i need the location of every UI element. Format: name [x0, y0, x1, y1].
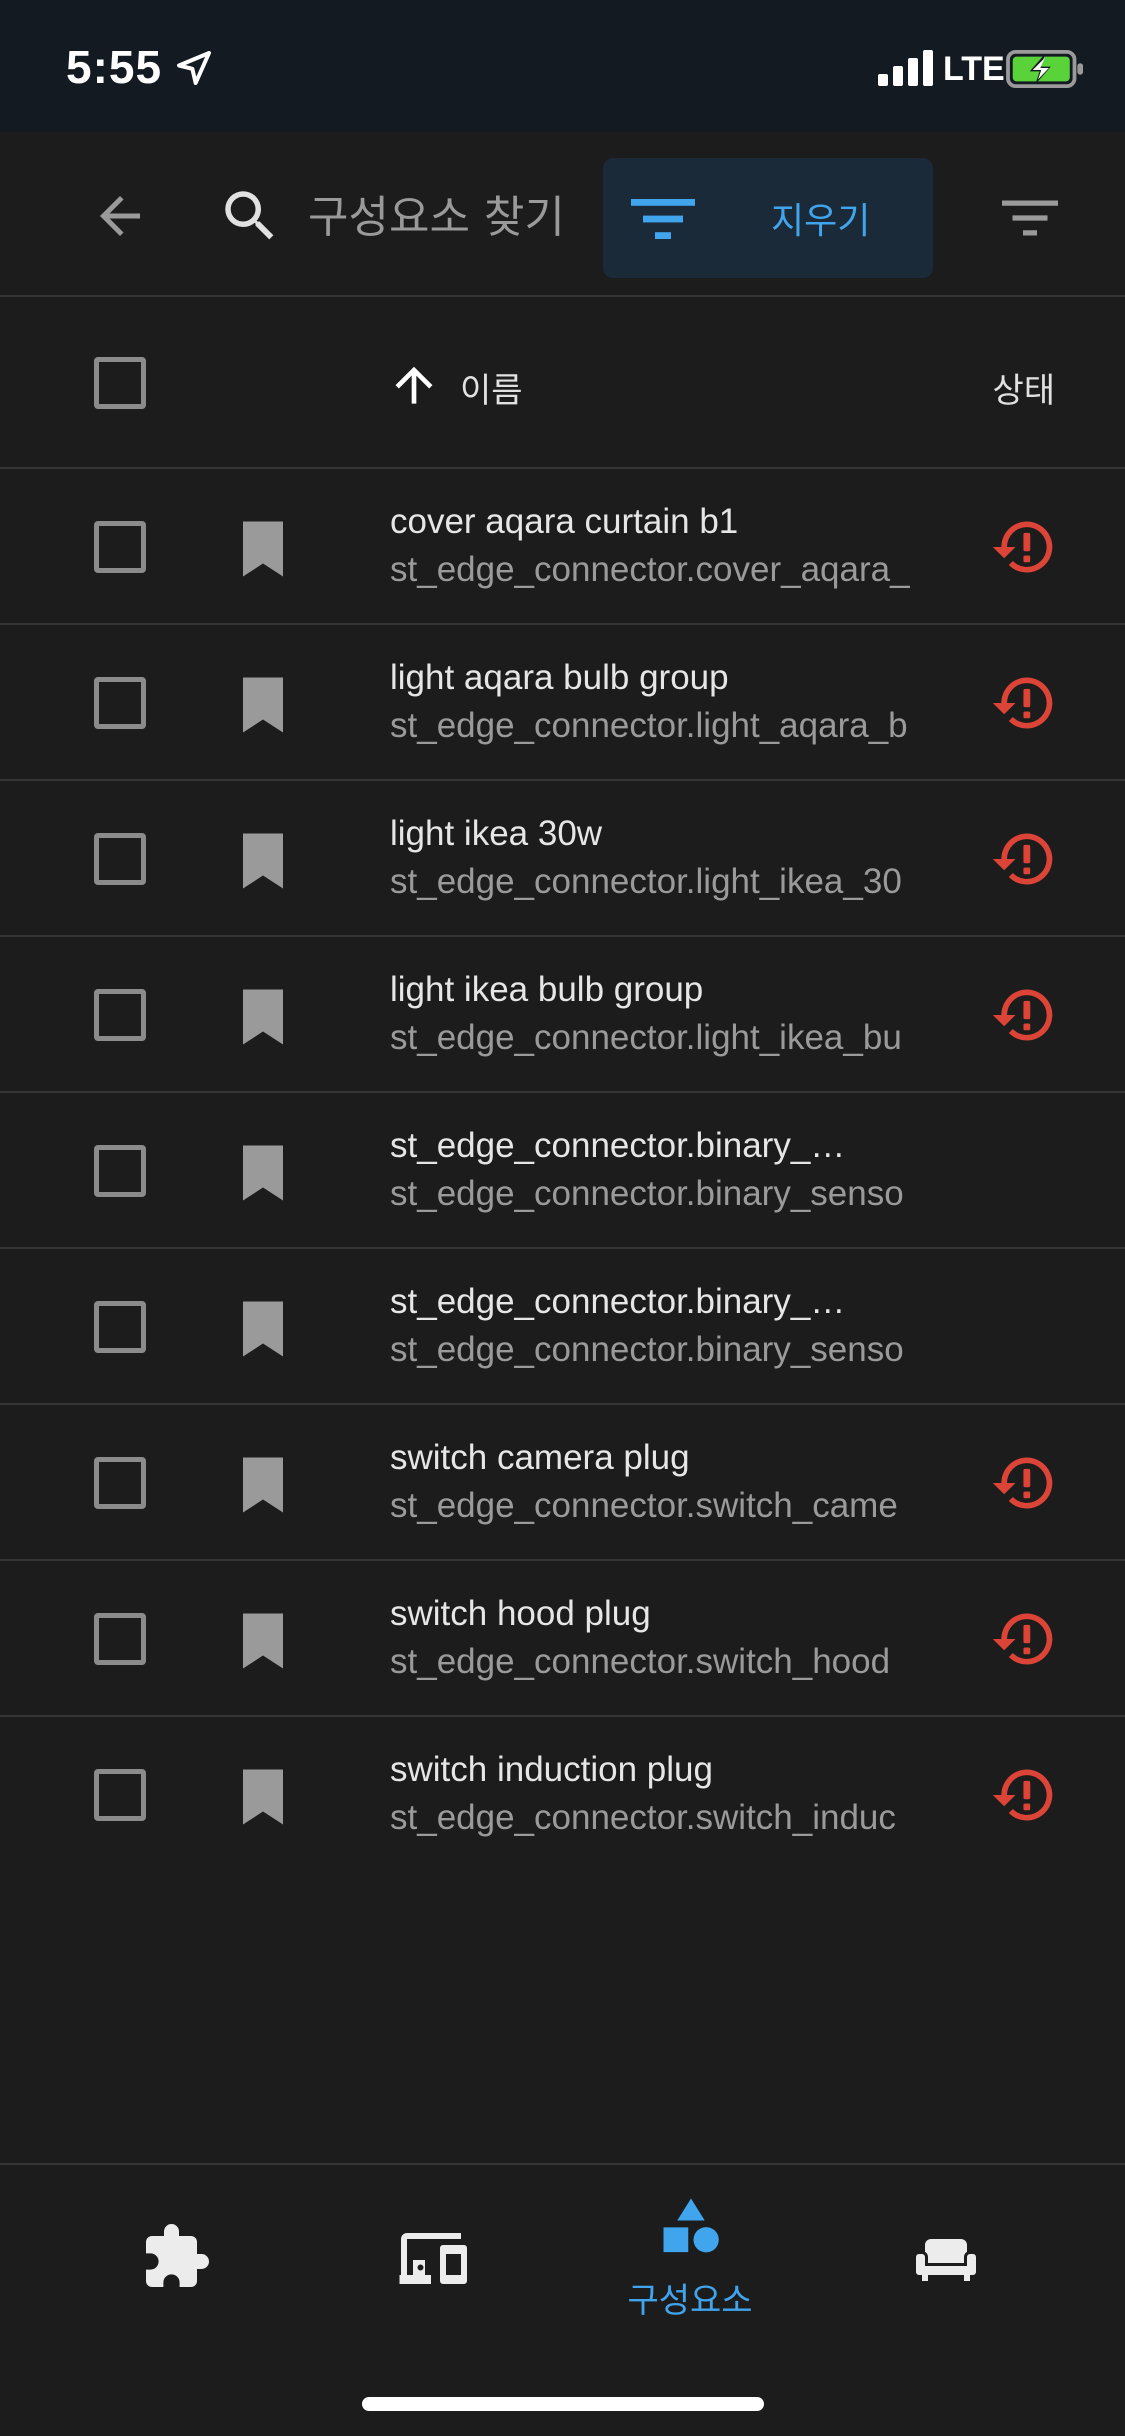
- table-row[interactable]: st_edge_connector.binary_… st_edge_connec…: [0, 1093, 1125, 1249]
- entity-name: switch induction plug: [390, 1750, 713, 1789]
- restore-alert-icon: [992, 1457, 1053, 1509]
- restore-alert-icon: [992, 989, 1053, 1041]
- bookmark-icon: [243, 521, 283, 577]
- shape-icon: [663, 2198, 719, 2253]
- row-checkbox[interactable]: [94, 1145, 146, 1197]
- filter-button[interactable]: [990, 178, 1070, 258]
- row-text: st_edge_connector.binary_… st_edge_connec…: [390, 1279, 922, 1375]
- bookmark-icon: [243, 1613, 283, 1669]
- table-row[interactable]: st_edge_connector.binary_… st_edge_connec…: [0, 1249, 1125, 1405]
- entity-id: st_edge_connector.switch_came: [390, 1486, 898, 1525]
- entity-id: st_edge_connector.light_ikea_bu: [390, 1018, 902, 1057]
- column-header-status[interactable]: 상태: [992, 363, 1055, 412]
- magnify-icon: [225, 191, 274, 240]
- row-text: switch hood plug st_edge_connector.switch…: [390, 1591, 922, 1687]
- column-header-name[interactable]: 이름: [460, 363, 523, 412]
- entity-id: st_edge_connector.light_aqara_b: [390, 706, 908, 745]
- table-row[interactable]: cover aqara curtain b1 st_edge_connector.…: [0, 469, 1125, 625]
- home-indicator: [362, 2397, 764, 2411]
- table-row[interactable]: switch camera plug st_edge_connector.swit…: [0, 1405, 1125, 1561]
- sofa-icon: [916, 2239, 976, 2281]
- row-checkbox[interactable]: [94, 833, 146, 885]
- clear-filter-label: 지우기: [771, 201, 871, 242]
- row-text: switch camera plug st_edge_connector.swit…: [390, 1435, 922, 1531]
- nav-entities[interactable]: 구성요소: [590, 2187, 790, 2347]
- row-text: light ikea 30w st_edge_connector.light_ik…: [390, 811, 922, 907]
- row-text: cover aqara curtain b1 st_edge_connector.…: [390, 499, 922, 595]
- entity-id: st_edge_connector.binary_senso: [390, 1174, 904, 1213]
- entity-name: cover aqara curtain b1: [390, 502, 739, 541]
- row-checkbox[interactable]: [94, 677, 146, 729]
- entity-id: st_edge_connector.light_ikea_30: [390, 862, 902, 901]
- restore-alert-icon: [992, 521, 1053, 573]
- bookmark-icon: [243, 1769, 283, 1825]
- entity-id: st_edge_connector.cover_aqara_: [390, 550, 910, 589]
- row-checkbox[interactable]: [94, 989, 146, 1041]
- row-text: st_edge_connector.binary_… st_edge_connec…: [390, 1123, 922, 1219]
- nav-entities-label: 구성요소: [627, 2281, 753, 2321]
- entity-name: light ikea 30w: [390, 814, 603, 853]
- row-checkbox[interactable]: [94, 521, 146, 573]
- signal-icon: [878, 50, 933, 86]
- bookmark-icon: [243, 677, 283, 733]
- restore-alert-icon: [992, 1613, 1053, 1665]
- arrow-up-icon[interactable]: [386, 355, 442, 415]
- bottom-navigation: 구성요소: [0, 2163, 1125, 2436]
- status-bar: 5:55 LTE: [0, 0, 1125, 132]
- battery-charging-icon: [1006, 50, 1084, 88]
- network-type: LTE: [943, 50, 1005, 88]
- nav-integrations[interactable]: [76, 2187, 276, 2347]
- entity-name: switch hood plug: [390, 1594, 651, 1633]
- table-row[interactable]: light ikea bulb group st_edge_connector.l…: [0, 937, 1125, 1093]
- table-header: 이름 상태: [0, 299, 1125, 469]
- table-row[interactable]: switch induction plug st_edge_connector.s…: [0, 1717, 1125, 1873]
- select-all-checkbox[interactable]: [94, 357, 146, 409]
- table-row[interactable]: switch hood plug st_edge_connector.switch…: [0, 1561, 1125, 1717]
- entity-name: light aqara bulb group: [390, 658, 729, 697]
- restore-alert-icon: [992, 677, 1053, 729]
- row-checkbox[interactable]: [94, 1301, 146, 1353]
- clear-filter-button[interactable]: 지우기: [603, 158, 933, 278]
- entity-id: st_edge_connector.binary_senso: [390, 1330, 904, 1369]
- entity-name: switch camera plug: [390, 1438, 690, 1477]
- bookmark-icon: [243, 1145, 283, 1201]
- entity-list: cover aqara curtain b1 st_edge_connector.…: [0, 469, 1125, 1873]
- nav-devices[interactable]: [334, 2187, 534, 2347]
- back-button[interactable]: [80, 176, 160, 256]
- row-checkbox[interactable]: [94, 1769, 146, 1821]
- bookmark-icon: [243, 1301, 283, 1357]
- devices-icon: [399, 2233, 467, 2284]
- entity-name: st_edge_connector.binary_…: [390, 1126, 846, 1165]
- row-checkbox[interactable]: [94, 1457, 146, 1509]
- row-text: light ikea bulb group st_edge_connector.l…: [390, 967, 922, 1063]
- bookmark-icon: [243, 1457, 283, 1513]
- table-row[interactable]: light aqara bulb group st_edge_connector.…: [0, 625, 1125, 781]
- nav-areas[interactable]: [846, 2187, 1046, 2347]
- row-text: light aqara bulb group st_edge_connector.…: [390, 655, 922, 751]
- filter-variant-icon: [1002, 200, 1058, 236]
- app-bar: 지우기: [0, 132, 1125, 297]
- puzzle-icon: [146, 2224, 209, 2287]
- filter-icon: [631, 199, 695, 239]
- search-input[interactable]: [308, 182, 588, 252]
- table-row[interactable]: light ikea 30w st_edge_connector.light_ik…: [0, 781, 1125, 937]
- arrow-left-icon: [100, 196, 140, 236]
- entity-name: light ikea bulb group: [390, 970, 704, 1009]
- entity-id: st_edge_connector.switch_induc: [390, 1798, 896, 1837]
- entity-name: st_edge_connector.binary_…: [390, 1282, 846, 1321]
- page: 5:55 LTE 구성요소 찾기 지우기 이름 상태 cover aqara c…: [0, 0, 1125, 2436]
- search-button[interactable]: [212, 178, 288, 254]
- status-time: 5:55: [66, 41, 163, 93]
- restore-alert-icon: [992, 833, 1053, 885]
- row-checkbox[interactable]: [94, 1613, 146, 1665]
- restore-alert-icon: [992, 1769, 1053, 1821]
- bookmark-icon: [243, 989, 283, 1045]
- bookmark-icon: [243, 833, 283, 889]
- location-arrow-icon: [177, 51, 211, 85]
- entity-id: st_edge_connector.switch_hood: [390, 1642, 891, 1681]
- row-text: switch induction plug st_edge_connector.s…: [390, 1747, 922, 1843]
